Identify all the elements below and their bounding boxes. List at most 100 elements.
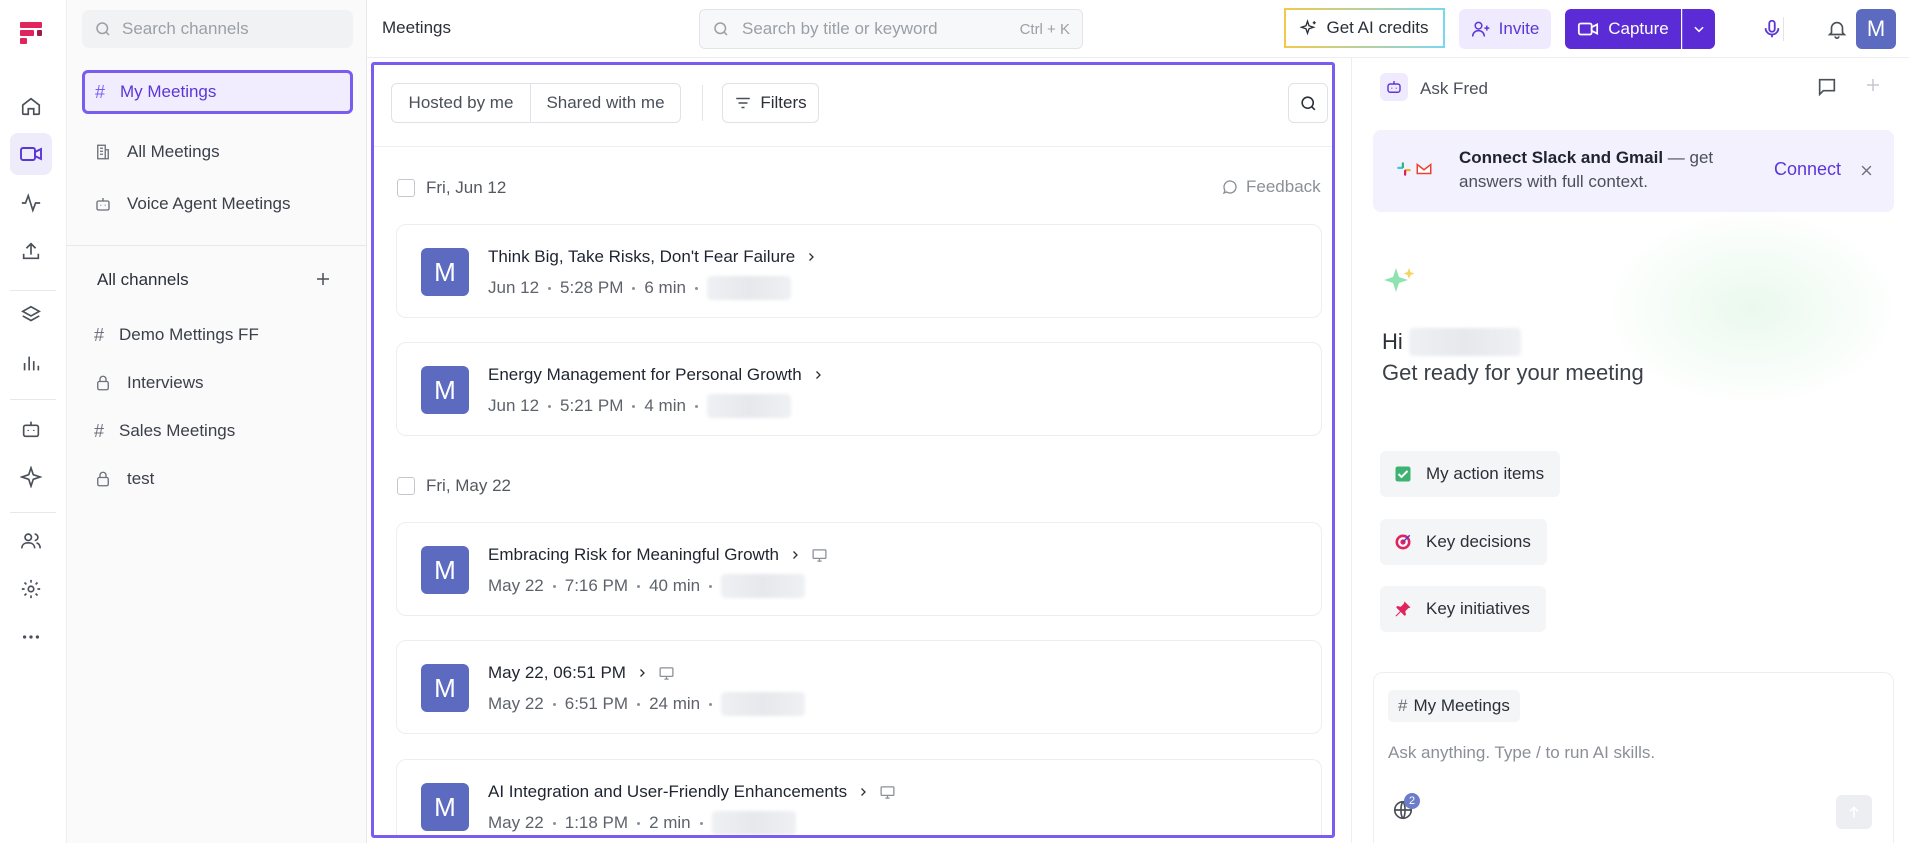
building-icon <box>97 144 109 160</box>
meeting-title[interactable]: AI Integration and User-Friendly Enhance… <box>488 782 896 802</box>
add-button[interactable] <box>1864 76 1882 94</box>
capture-label: Capture <box>1608 19 1669 38</box>
lock-icon <box>97 375 109 391</box>
feedback-button[interactable]: Feedback <box>1221 177 1321 197</box>
chevron-right-icon <box>815 371 821 379</box>
chevron-right-icon <box>640 669 645 677</box>
meeting-title[interactable]: Embracing Risk for Meaningful Growth <box>488 545 828 565</box>
redacted-participant <box>721 692 806 716</box>
app-logo[interactable] <box>10 12 52 54</box>
redacted-participant <box>706 394 791 418</box>
meeting-avatar: M <box>421 248 469 296</box>
globe-badge: 2 <box>1404 793 1420 809</box>
connect-link[interactable]: Connect <box>1774 159 1841 180</box>
get-ai-credits-button[interactable]: Get AI credits <box>1284 8 1445 48</box>
avatar-initial: M <box>1866 16 1886 41</box>
connect-banner-bold: Connect Slack and Gmail <box>1459 148 1664 167</box>
send-button[interactable] <box>1836 795 1872 829</box>
meeting-meta: May 22 1:18 PM 2 min <box>488 811 796 835</box>
meeting-card[interactable]: M AI Integration and User-Friendly Enhan… <box>396 759 1322 835</box>
sidebar-item-channel[interactable]: # Demo Mettings FF <box>82 313 353 357</box>
sidebar-item-channel[interactable]: Interviews <box>82 361 353 405</box>
meeting-card[interactable]: M Energy Management for Personal Growth … <box>396 342 1322 436</box>
meeting-meta: Jun 12 5:28 PM 6 min <box>488 276 791 300</box>
notifications-button[interactable] <box>1817 9 1857 49</box>
microphone-button[interactable] <box>1752 9 1792 49</box>
feedback-label: Feedback <box>1246 177 1321 196</box>
connect-banner: Connect Slack and Gmail — get answers wi… <box>1373 130 1894 212</box>
meeting-avatar: M <box>421 664 469 712</box>
activity-icon[interactable] <box>10 182 52 224</box>
meeting-date: May 22 <box>488 813 544 832</box>
team-icon[interactable] <box>10 520 52 562</box>
sidebar-item-all-meetings[interactable]: All Meetings <box>82 130 353 174</box>
sidebar-item-label: Voice Agent Meetings <box>127 194 291 213</box>
redacted-user-name <box>1408 328 1521 356</box>
tab-shared-with-me[interactable]: Shared with me <box>530 83 681 123</box>
sidebar-item-my-meetings[interactable]: # My Meetings <box>82 70 353 114</box>
meeting-duration: 6 min <box>644 278 686 297</box>
microphone-icon <box>1764 19 1780 38</box>
meeting-card[interactable]: M May 22, 06:51 PM May 22 6:51 PM 24 min <box>396 640 1322 734</box>
video-icon[interactable] <box>10 133 52 175</box>
invite-button[interactable]: Invite <box>1459 9 1551 49</box>
meeting-time: 7:16 PM <box>564 576 629 595</box>
capture-options-button[interactable] <box>1682 9 1715 49</box>
add-channel-button[interactable] <box>308 264 338 294</box>
more-icon[interactable] <box>10 616 52 658</box>
layers-icon[interactable] <box>10 294 52 336</box>
list-search-button[interactable] <box>1288 83 1328 123</box>
bot-icon[interactable] <box>10 408 52 450</box>
ask-fred-panel: Ask Fred Connect Slack and Gmail — get a… <box>1351 58 1909 843</box>
sparkle-icon[interactable] <box>10 456 52 498</box>
meeting-time: 1:18 PM <box>564 813 629 832</box>
add-user-icon <box>1471 21 1490 37</box>
suggestion-key-initiatives[interactable]: Key initiatives <box>1380 586 1546 632</box>
home-icon[interactable] <box>10 85 52 127</box>
composer-input[interactable]: Ask anything. Type / to run AI skills. <box>1388 743 1655 763</box>
meeting-card[interactable]: M Think Big, Take Risks, Don't Fear Fail… <box>396 224 1322 318</box>
arrow-up-icon <box>1849 806 1859 818</box>
analytics-icon[interactable] <box>10 342 52 384</box>
connect-banner-text: Connect Slack and Gmail — get answers wi… <box>1459 146 1729 194</box>
user-avatar[interactable]: M <box>1856 9 1896 49</box>
close-banner-button[interactable] <box>1859 163 1874 178</box>
settings-icon[interactable] <box>10 568 52 610</box>
meeting-meta: Jun 12 5:21 PM 4 min <box>488 394 791 418</box>
app-rail <box>0 0 67 843</box>
new-chat-button[interactable] <box>1816 76 1838 98</box>
sidebar-item-channel[interactable]: test <box>82 457 353 501</box>
filters-button[interactable]: Filters <box>722 83 819 123</box>
screen-recording-icon <box>812 548 827 562</box>
date-group-label: Fri, May 22 <box>426 476 512 495</box>
chevron-right-icon <box>809 253 815 261</box>
suggestion-label: Key initiatives <box>1426 599 1530 618</box>
sidebar-item-label: Demo Mettings FF <box>119 325 259 344</box>
tab-label: Shared with me <box>546 93 665 112</box>
meeting-title-text: Embracing Risk for Meaningful Growth <box>488 545 780 564</box>
global-search-input[interactable]: Search by title or keyword Ctrl + K <box>699 9 1083 49</box>
greeting-hi: Hi <box>1382 329 1403 354</box>
sidebar-item-voice-agent-meetings[interactable]: Voice Agent Meetings <box>82 182 353 226</box>
meeting-card[interactable]: M Embracing Risk for Meaningful Growth M… <box>396 522 1322 616</box>
meeting-title[interactable]: Energy Management for Personal Growth <box>488 365 824 385</box>
redacted-participant <box>721 574 806 598</box>
suggestion-my-action-items[interactable]: My action items <box>1380 451 1561 497</box>
bell-icon <box>1827 21 1847 39</box>
meeting-title-text: AI Integration and User-Friendly Enhance… <box>488 782 848 801</box>
select-group-checkbox[interactable] <box>397 477 415 495</box>
meeting-title[interactable]: May 22, 06:51 PM <box>488 663 675 683</box>
video-icon <box>1578 22 1599 36</box>
suggestion-key-decisions[interactable]: Key decisions <box>1380 519 1547 565</box>
meeting-title[interactable]: Think Big, Take Risks, Don't Fear Failur… <box>488 247 817 267</box>
sidebar-item-channel[interactable]: # Sales Meetings <box>82 409 353 453</box>
page-title: Meetings <box>382 18 451 37</box>
upload-icon[interactable] <box>10 230 52 272</box>
select-group-checkbox[interactable] <box>397 179 415 197</box>
close-icon <box>1861 165 1872 176</box>
channel-search-input[interactable]: Search channels <box>82 10 353 48</box>
capture-button[interactable]: Capture <box>1565 9 1681 49</box>
tab-hosted-by-me[interactable]: Hosted by me <box>391 83 531 123</box>
composer-channel-chip[interactable]: # My Meetings <box>1388 690 1520 722</box>
web-search-toggle[interactable]: 2 <box>1392 793 1420 821</box>
